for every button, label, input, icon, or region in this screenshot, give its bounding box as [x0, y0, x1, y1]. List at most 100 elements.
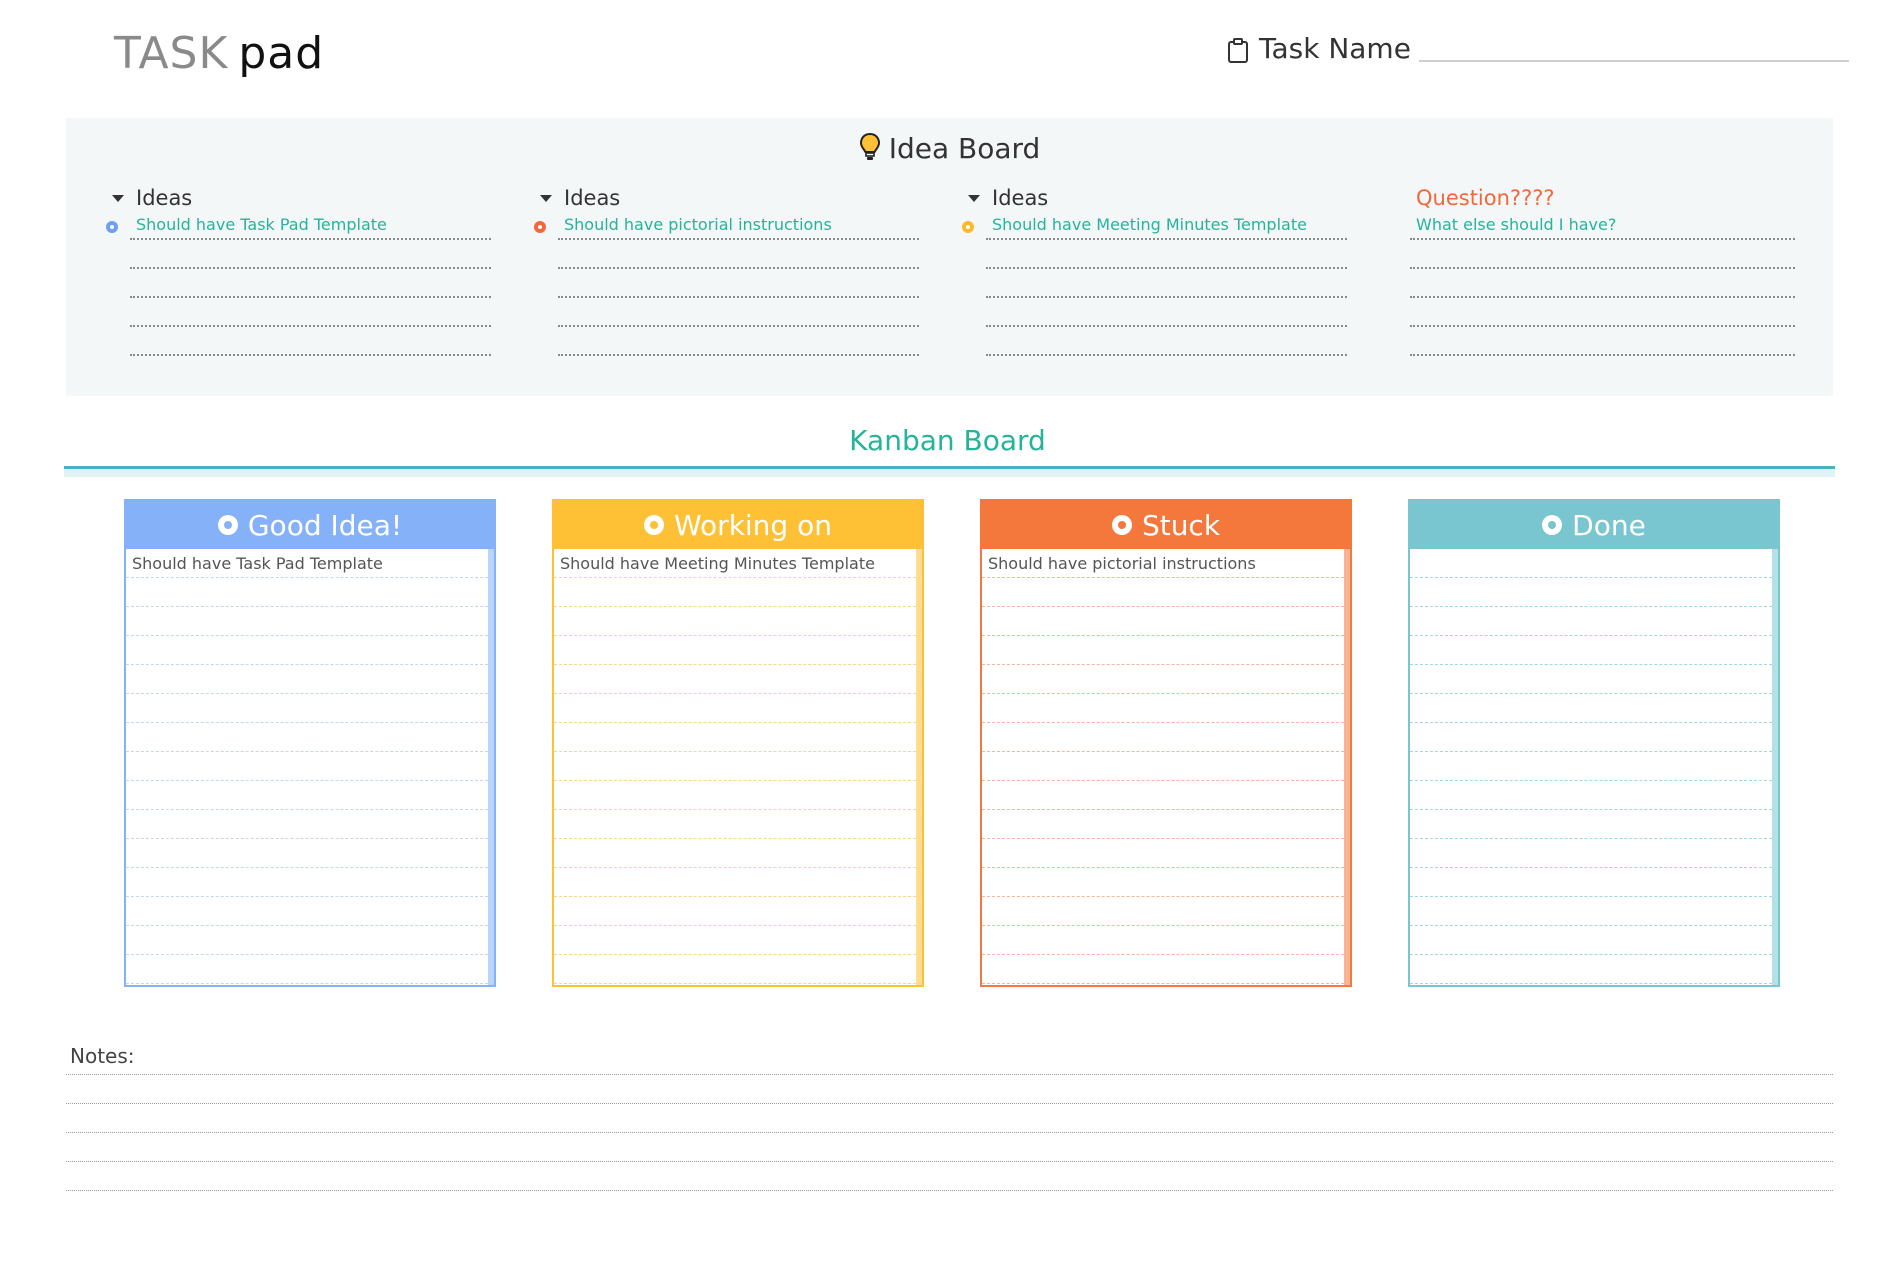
kanban-card-line[interactable]: Should have Task Pad Template [126, 549, 488, 578]
idea-column-heading[interactable]: Ideas [962, 184, 1347, 212]
kanban-card-line[interactable] [1410, 723, 1772, 752]
kanban-card-line[interactable] [554, 897, 916, 926]
kanban-card-line[interactable] [554, 781, 916, 810]
kanban-card-line[interactable] [126, 665, 488, 694]
kanban-card-line[interactable] [982, 810, 1344, 839]
idea-line[interactable] [986, 298, 1347, 327]
kanban-card-line[interactable] [554, 636, 916, 665]
kanban-card-line[interactable] [126, 752, 488, 781]
idea-line[interactable]: Should have pictorial instructions [534, 212, 919, 240]
idea-line[interactable] [986, 269, 1347, 298]
kanban-column-header: Stuck [982, 501, 1350, 549]
task-name-input-line[interactable] [1418, 60, 1849, 62]
question-line[interactable] [1410, 298, 1795, 327]
kanban-card-line[interactable] [1410, 955, 1772, 984]
caret-down-icon[interactable] [540, 194, 552, 202]
kanban-card-line[interactable]: Should have pictorial instructions [982, 549, 1344, 578]
kanban-card-line[interactable] [1410, 694, 1772, 723]
idea-line[interactable]: Should have Meeting Minutes Template [962, 212, 1347, 240]
kanban-card-line[interactable] [554, 955, 916, 984]
kanban-card-line[interactable] [1410, 897, 1772, 926]
kanban-card-line[interactable] [1410, 607, 1772, 636]
kanban-card-line[interactable] [554, 578, 916, 607]
idea-column-1: Ideas Should have Task Pad Template [106, 184, 491, 356]
clipboard-icon [1227, 38, 1249, 64]
idea-line[interactable] [986, 327, 1347, 356]
caret-down-icon[interactable] [112, 194, 124, 202]
kanban-card-line[interactable] [1410, 839, 1772, 868]
kanban-card-line[interactable] [126, 723, 488, 752]
kanban-card-line[interactable] [982, 665, 1344, 694]
kanban-column-header: Working on [554, 501, 922, 549]
notes-line[interactable] [66, 1104, 1833, 1133]
kanban-card-line[interactable] [982, 781, 1344, 810]
kanban-card-line[interactable] [126, 781, 488, 810]
idea-line[interactable] [130, 240, 491, 269]
kanban-card-line[interactable] [554, 694, 916, 723]
kanban-card-line[interactable] [126, 810, 488, 839]
question-line[interactable] [1410, 240, 1795, 269]
notes-line[interactable] [66, 1075, 1833, 1104]
kanban-card-line[interactable] [1410, 810, 1772, 839]
kanban-card-line[interactable] [1410, 868, 1772, 897]
kanban-card-line[interactable] [554, 665, 916, 694]
idea-column-heading[interactable]: Ideas [106, 184, 491, 212]
idea-line[interactable] [986, 240, 1347, 269]
idea-line[interactable] [558, 327, 919, 356]
kanban-card-line[interactable] [982, 694, 1344, 723]
kanban-card-line[interactable] [554, 810, 916, 839]
kanban-card-line[interactable] [1410, 926, 1772, 955]
idea-line[interactable] [558, 269, 919, 298]
question-line[interactable] [1410, 327, 1795, 356]
kanban-card-line[interactable] [554, 752, 916, 781]
kanban-card-line[interactable] [126, 897, 488, 926]
kanban-card-line[interactable] [554, 607, 916, 636]
kanban-card-line[interactable] [554, 926, 916, 955]
kanban-card-line[interactable] [982, 723, 1344, 752]
kanban-card-line[interactable]: Should have Meeting Minutes Template [554, 549, 916, 578]
kanban-card-line[interactable] [126, 868, 488, 897]
kanban-card-line[interactable] [1410, 781, 1772, 810]
column-edge-shadow [916, 549, 922, 985]
idea-line[interactable] [130, 269, 491, 298]
idea-line[interactable] [130, 298, 491, 327]
kanban-card-line[interactable] [982, 955, 1344, 984]
kanban-card-line[interactable] [1410, 549, 1772, 578]
kanban-card-line[interactable] [126, 926, 488, 955]
kanban-card-line[interactable] [1410, 665, 1772, 694]
question-line[interactable]: What else should I have? [1410, 212, 1795, 240]
notes-section: Notes: [66, 1046, 1833, 1191]
kanban-card-line[interactable] [126, 694, 488, 723]
kanban-card-line[interactable] [1410, 636, 1772, 665]
kanban-card-line[interactable] [982, 636, 1344, 665]
notes-line[interactable] [66, 1133, 1833, 1162]
idea-line[interactable]: Should have Task Pad Template [106, 212, 491, 240]
kanban-card-line[interactable] [982, 752, 1344, 781]
kanban-card-line[interactable] [554, 839, 916, 868]
kanban-card-line[interactable] [982, 926, 1344, 955]
idea-line[interactable] [558, 240, 919, 269]
kanban-card-line[interactable] [982, 839, 1344, 868]
kanban-card-line[interactable] [126, 955, 488, 984]
kanban-card-line[interactable] [982, 607, 1344, 636]
kanban-card-line[interactable] [982, 868, 1344, 897]
idea-line[interactable] [558, 298, 919, 327]
kanban-card-line[interactable] [126, 578, 488, 607]
question-line[interactable] [1410, 269, 1795, 298]
idea-line[interactable] [130, 327, 491, 356]
kanban-card-line[interactable] [126, 636, 488, 665]
kanban-card-line[interactable] [554, 723, 916, 752]
kanban-card-line[interactable] [126, 839, 488, 868]
kanban-card-line[interactable] [982, 578, 1344, 607]
kanban-card-line[interactable] [126, 607, 488, 636]
idea-column-heading[interactable]: Ideas [534, 184, 919, 212]
kanban-card-line[interactable] [982, 897, 1344, 926]
kanban-card-line[interactable] [554, 868, 916, 897]
kanban-card-line[interactable] [1410, 752, 1772, 781]
notes-line[interactable] [66, 1162, 1833, 1191]
notes-line[interactable]: Notes: [66, 1046, 1833, 1075]
task-name-field[interactable]: Task Name [1227, 34, 1849, 64]
kanban-card-list: Should have Task Pad Template [126, 549, 488, 985]
caret-down-icon[interactable] [968, 194, 980, 202]
kanban-card-line[interactable] [1410, 578, 1772, 607]
